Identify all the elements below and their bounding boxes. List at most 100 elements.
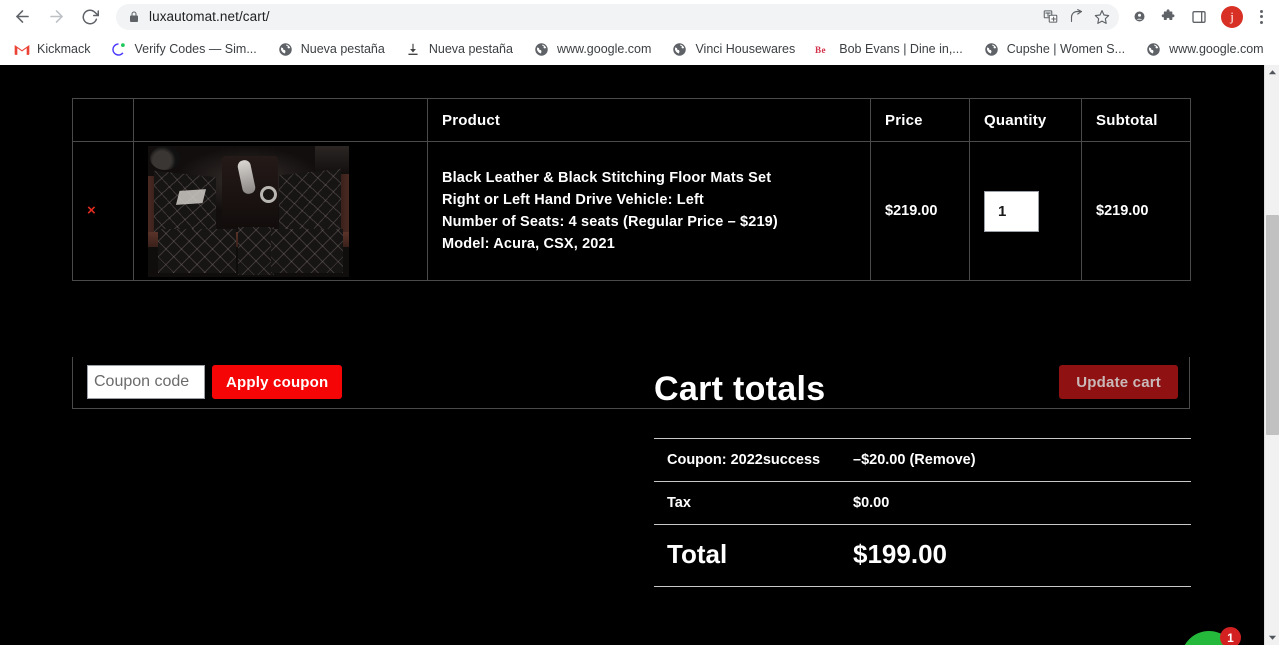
totals-row-tax: Tax $0.00 — [654, 481, 1191, 525]
total-label: Total — [654, 524, 840, 587]
side-panel-icon[interactable] — [1185, 3, 1213, 31]
bookmark-star-icon[interactable] — [1089, 5, 1115, 29]
gmail-icon — [13, 41, 30, 58]
black-leather-floor-mats-photo[interactable] — [148, 145, 349, 277]
avatar[interactable]: j — [1221, 5, 1243, 28]
column-header-thumbnail — [133, 98, 428, 142]
total-value: $199.00 — [840, 524, 1191, 587]
chat-unread-badge: 1 — [1220, 627, 1241, 645]
url-text: luxautomat.net/cart/ — [149, 9, 270, 24]
globe-icon — [983, 41, 1000, 58]
product-subtotal: $219.00 — [1096, 203, 1149, 219]
page-content: Product Price Quantity Subtotal × Black … — [0, 65, 1264, 645]
bookmark-label: www.google.com — [1169, 42, 1264, 56]
translate-icon[interactable] — [1037, 5, 1063, 29]
bookmark-label: Nueva pestaña — [300, 42, 385, 56]
browser-menu-button[interactable] — [1251, 9, 1271, 24]
bookmarks-bar: Kickmack Verify Codes — Sim... Nueva pes… — [0, 33, 1279, 65]
product-details-cell: Black Leather & Black Stitching Floor Ma… — [427, 141, 871, 281]
cart-totals-section: Cart totals Coupon: 2022success –$20.00 … — [654, 370, 1191, 587]
control-knob-shape — [260, 185, 277, 203]
svg-text:B: B — [815, 44, 821, 54]
bookmark-bob-evans[interactable]: Be Bob Evans | Dine in,... — [813, 37, 970, 61]
bookmark-label: Cupshe | Women S... — [1006, 42, 1126, 56]
svg-text:e: e — [822, 44, 826, 54]
menu-dot — [1259, 15, 1263, 18]
coupon-code-input[interactable] — [87, 365, 205, 399]
totals-row-coupon: Coupon: 2022success –$20.00 (Remove) — [654, 438, 1191, 482]
bookmark-label: Verify Codes — Sim... — [134, 42, 257, 56]
floor-mat-rear-center — [238, 226, 274, 275]
bookmark-google-2[interactable]: www.google.com — [1143, 37, 1272, 61]
remove-item-cell[interactable]: × — [72, 141, 134, 281]
chat-widget[interactable]: 1 — [1181, 627, 1241, 645]
menu-dot — [1259, 9, 1263, 13]
bobevans-icon: Be — [815, 41, 832, 58]
bookmark-label: www.google.com — [556, 42, 652, 56]
product-price-cell: $219.00 — [870, 141, 970, 281]
quantity-input[interactable] — [984, 190, 1039, 232]
column-header-quantity: Quantity — [969, 98, 1082, 142]
cart-totals-table: Coupon: 2022success –$20.00 (Remove) Tax… — [654, 438, 1191, 587]
address-bar[interactable]: luxautomat.net/cart/ — [116, 3, 1119, 30]
remove-coupon-link[interactable]: (Remove) — [909, 452, 975, 468]
apply-coupon-button[interactable]: Apply coupon — [212, 365, 343, 399]
menu-dot — [1259, 20, 1263, 24]
back-button[interactable] — [8, 3, 36, 31]
coupon-row-label: Coupon: 2022success — [654, 438, 840, 482]
share-icon[interactable] — [1063, 5, 1089, 29]
globe-icon — [671, 41, 688, 58]
coupon-discount-amount: –$20.00 — [853, 452, 910, 468]
tax-row-label: Tax — [654, 481, 840, 525]
cart-totals-title: Cart totals — [654, 370, 826, 408]
bookmark-nueva-pestana-1[interactable]: Nueva pestaña — [275, 37, 393, 61]
product-subtotal-cell: $219.00 — [1081, 141, 1191, 281]
globe-icon — [277, 41, 294, 58]
coupon-row-value: –$20.00 (Remove) — [840, 438, 1191, 482]
cart-table-header-row: Product Price Quantity Subtotal — [72, 98, 1191, 142]
scroll-down-arrow-icon[interactable] — [1265, 630, 1279, 645]
bookmark-label: Bob Evans | Dine in,... — [839, 42, 963, 56]
globe-icon — [533, 41, 550, 58]
bookmark-vinci-housewares[interactable]: Vinci Housewares — [669, 37, 803, 61]
column-header-product: Product — [427, 98, 871, 142]
column-header-remove — [72, 98, 134, 142]
steering-wheel-shape — [150, 145, 180, 170]
download-icon — [405, 41, 422, 58]
bookmark-google-1[interactable]: www.google.com — [531, 37, 660, 61]
scroll-up-arrow-icon[interactable] — [1265, 65, 1279, 80]
product-option-model: Model: Acura, CSX, 2021 — [442, 236, 615, 252]
floor-mat-front-right — [279, 168, 341, 237]
scrollbar-thumb[interactable] — [1266, 215, 1279, 435]
bookmark-cupshe[interactable]: Cupshe | Women S... — [981, 37, 1133, 61]
column-header-price: Price — [870, 98, 970, 142]
bookmark-kickmack[interactable]: Kickmack — [11, 37, 98, 61]
floor-mat-rear-left — [158, 228, 236, 273]
clock-icon — [110, 41, 127, 58]
extension-puzzle-icon[interactable] — [1155, 3, 1183, 31]
product-title[interactable]: Black Leather & Black Stitching Floor Ma… — [442, 167, 856, 189]
paper-tag-shape — [175, 188, 207, 205]
profile-badge-icon[interactable] — [1125, 3, 1153, 31]
cart-table: Product Price Quantity Subtotal × Black … — [72, 98, 1191, 281]
product-price: $219.00 — [885, 203, 938, 219]
bookmark-label: Vinci Housewares — [695, 42, 796, 56]
bookmark-label: Nueva pestaña — [428, 42, 513, 56]
product-option-seats: Number of Seats: 4 seats (Regular Price … — [442, 214, 778, 230]
bookmark-verify-codes[interactable]: Verify Codes — Sim... — [108, 37, 264, 61]
totals-row-total: Total $199.00 — [654, 524, 1191, 587]
reload-button[interactable] — [76, 3, 104, 31]
page-scrollbar[interactable] — [1264, 65, 1279, 645]
product-thumbnail-cell[interactable] — [133, 141, 428, 281]
forward-button[interactable] — [42, 3, 70, 31]
column-header-subtotal: Subtotal — [1081, 98, 1191, 142]
bookmark-nueva-pestana-2[interactable]: Nueva pestaña — [403, 37, 521, 61]
remove-item-icon[interactable]: × — [87, 203, 96, 218]
browser-chrome: luxautomat.net/cart/ j Kickmack Verify C… — [0, 0, 1279, 65]
browser-toolbar: luxautomat.net/cart/ j — [0, 0, 1279, 33]
product-quantity-cell — [969, 141, 1082, 281]
product-option-drive: Right or Left Hand Drive Vehicle: Left — [442, 192, 704, 208]
bookmark-label: Kickmack — [37, 42, 91, 56]
lock-icon — [128, 11, 140, 23]
floor-mat-rear-right — [271, 228, 343, 273]
